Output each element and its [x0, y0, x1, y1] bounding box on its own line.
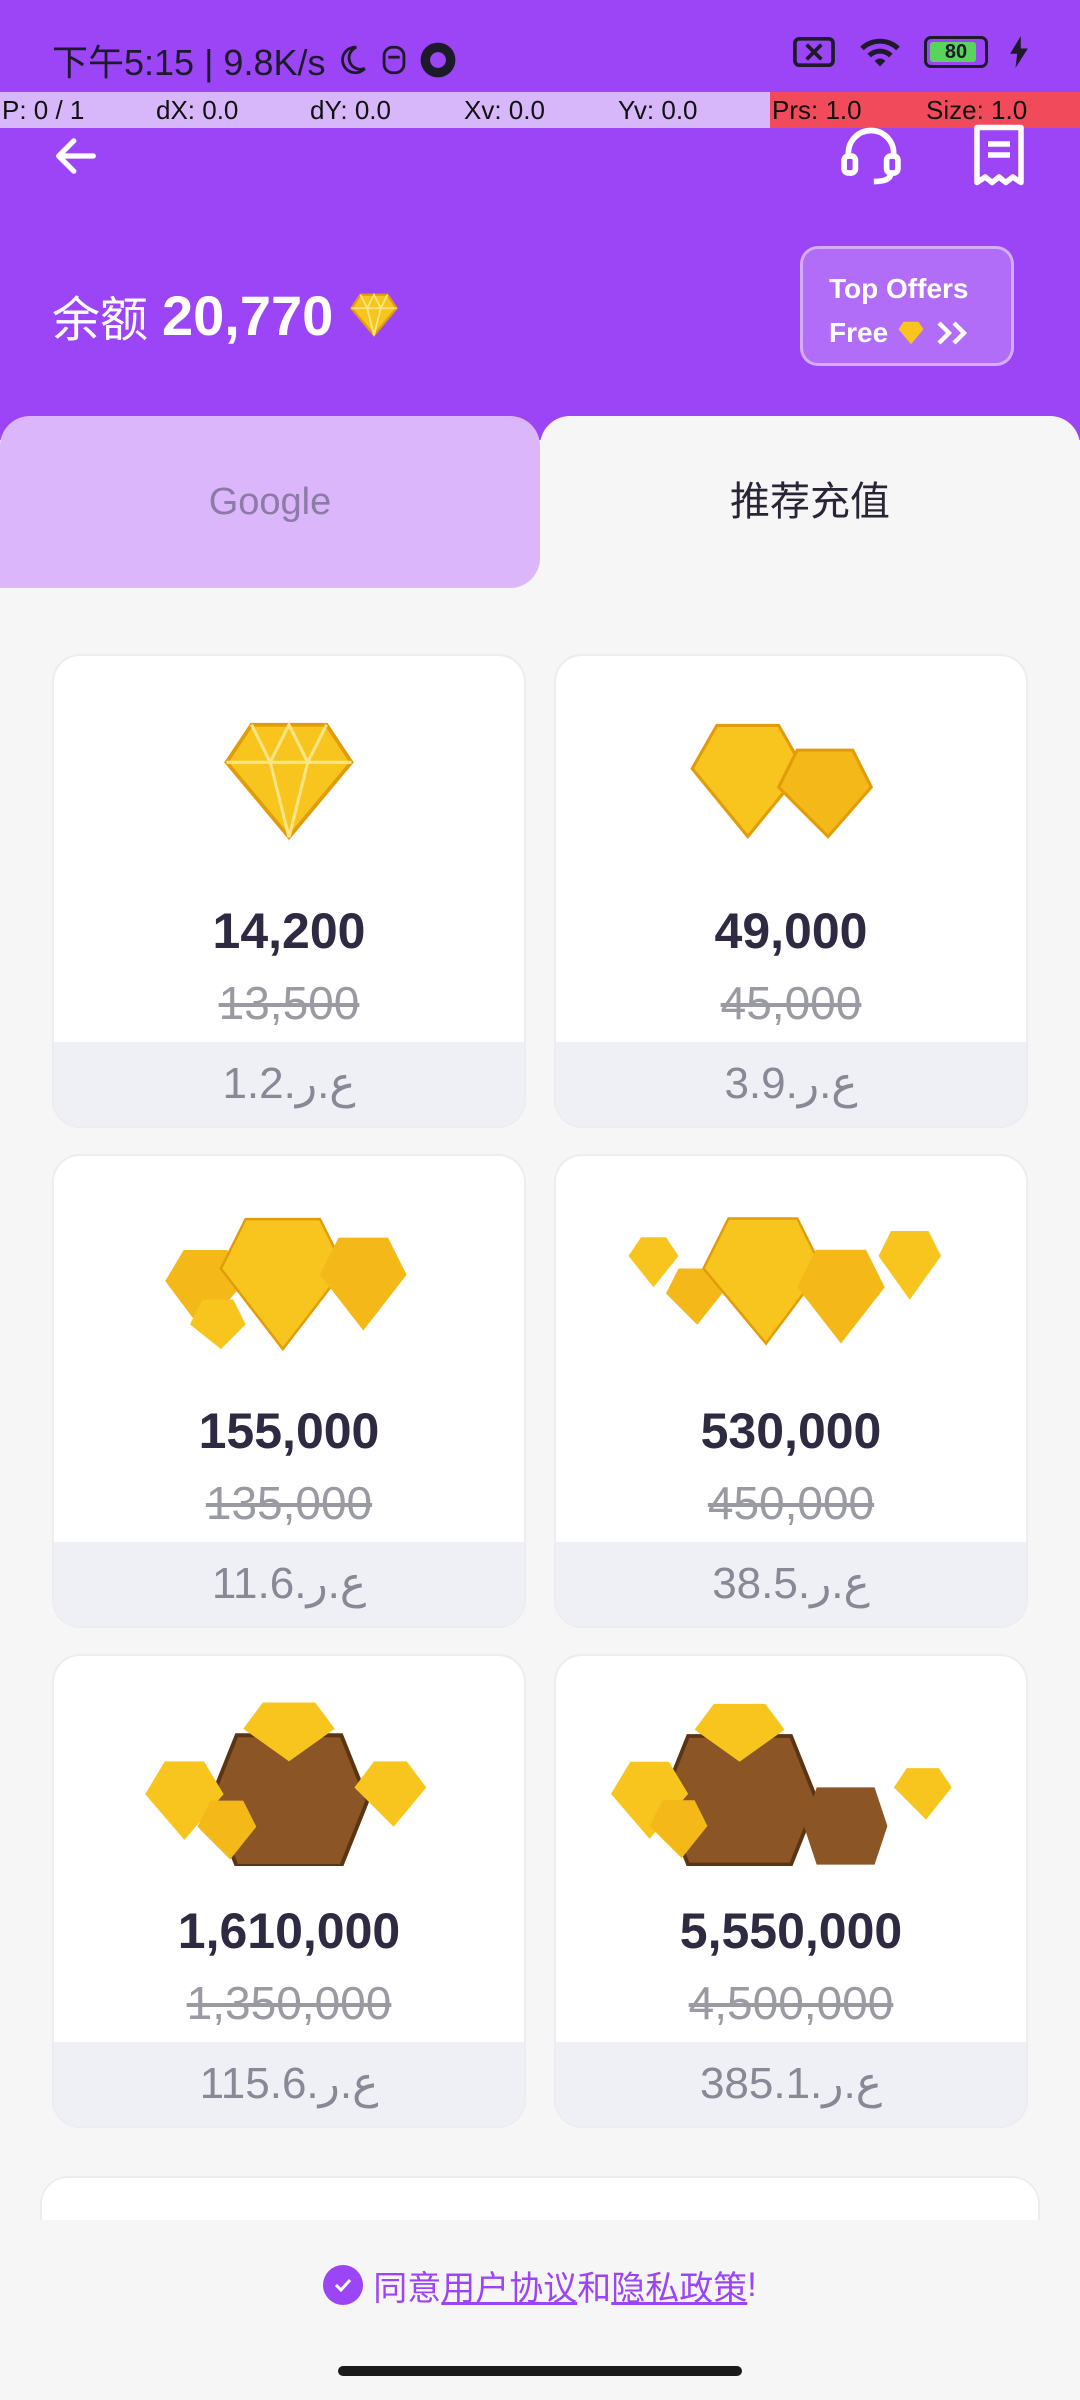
package-card[interactable]: 530,000 450,000 38.5.ع.ر: [554, 1154, 1028, 1628]
sim-off-icon: [793, 36, 835, 68]
single-gem-icon: [54, 706, 524, 856]
package-original-amount: 135,000: [205, 1477, 373, 1529]
privacy-policy-link[interactable]: 隐私政策: [611, 2261, 747, 2310]
package-amount: 49,000: [714, 903, 868, 959]
package-amount: 155,000: [198, 1403, 380, 1459]
debug-dx: dX: 0.0: [154, 92, 308, 128]
package-original-amount: 450,000: [707, 1477, 875, 1529]
battery-icon: 80: [924, 36, 988, 68]
gem-pair-icon: [556, 706, 1026, 856]
debug-xv: Xv: 0.0: [462, 92, 616, 128]
gem-bag-icon: [54, 1702, 524, 1866]
tab-recommended[interactable]: 推荐充值: [540, 416, 1080, 588]
battery-level: 80: [944, 40, 968, 63]
package-original-amount: 45,000: [720, 977, 862, 1029]
home-indicator[interactable]: [338, 2366, 742, 2376]
wifi-icon: [860, 38, 900, 67]
package-card[interactable]: 1,610,000 1,350,000 115.6.ع.ر: [52, 1654, 526, 2128]
tab-google[interactable]: Google: [0, 416, 540, 588]
gem-bags-icon: [556, 1703, 1026, 1866]
notification-icon: [383, 45, 406, 75]
agreement-and: 和: [577, 2269, 612, 2308]
status-left: 下午5:15 | 9.8K/s: [52, 34, 457, 86]
payment-tabs: Google 推荐充值: [0, 416, 1080, 588]
package-price: 115.6.ع.ر: [54, 2042, 524, 2126]
diamond-icon: [898, 321, 924, 345]
package-card[interactable]: 49,000 45,000 3.9.ع.ر: [554, 654, 1028, 1128]
debug-yv: Yv: 0.0: [616, 92, 770, 128]
back-arrow-icon[interactable]: [50, 130, 102, 182]
app-icon: [421, 42, 456, 78]
debug-p: P: 0 / 1: [0, 92, 154, 128]
package-amount: 14,200: [212, 903, 366, 959]
top-offers-sub: Free: [829, 311, 1011, 355]
balance-label: 余额: [52, 294, 149, 347]
agreement-suffix: !: [747, 2265, 757, 2304]
package-amount: 530,000: [700, 1403, 882, 1459]
double-chevron-right-icon: [937, 321, 968, 345]
package-price: 11.6.ع.ر: [54, 1542, 524, 1626]
header-actions: [836, 122, 1030, 190]
user-agreement-link[interactable]: 用户协议: [441, 2261, 577, 2310]
package-amount: 1,610,000: [177, 1903, 401, 1959]
package-amount: 5,550,000: [679, 1903, 903, 1959]
check-circle-icon[interactable]: [323, 2265, 364, 2305]
customer-service-icon[interactable]: [836, 122, 906, 190]
charging-icon: [1010, 36, 1028, 68]
package-card[interactable]: 5,550,000 4,500,000 385.1.ع.ر: [554, 1654, 1028, 2128]
package-price: 385.1.ع.ر: [556, 2042, 1026, 2126]
debug-dy: dY: 0.0: [308, 92, 462, 128]
package-price: 38.5.ع.ر: [556, 1542, 1026, 1626]
status-time-speed: 下午5:15 | 9.8K/s: [52, 42, 326, 83]
moon-icon: [341, 45, 367, 75]
package-original-amount: 4,500,000: [688, 1977, 894, 2029]
diamond-icon: [350, 292, 399, 338]
top-offers-free: Free: [829, 317, 889, 348]
balance-amount: 20,770: [162, 283, 334, 347]
package-original-amount: 1,350,000: [186, 1977, 392, 2029]
package-price: 1.2.ع.ر: [54, 1042, 524, 1126]
agreement-bar: 同意 用户协议 和 隐私政策 !: [0, 2220, 1080, 2350]
top-offers-title: Top Offers: [829, 273, 969, 304]
package-price: 3.9.ع.ر: [556, 1042, 1026, 1126]
package-original-amount: 13,500: [218, 977, 360, 1029]
package-card[interactable]: 155,000 135,000 11.6.ع.ر: [52, 1154, 526, 1628]
gem-pile-icon: [556, 1206, 1026, 1356]
balance-display: 余额 20,770: [52, 280, 401, 350]
records-receipt-icon[interactable]: [968, 122, 1030, 188]
package-card[interactable]: 14,200 13,500 1.2.ع.ر: [52, 654, 526, 1128]
agreement-prefix: 同意: [373, 2269, 442, 2308]
top-offers-button[interactable]: Top Offers Free: [800, 246, 1014, 366]
gem-cluster-icon: [54, 1206, 524, 1356]
status-right: 80: [792, 34, 1028, 70]
